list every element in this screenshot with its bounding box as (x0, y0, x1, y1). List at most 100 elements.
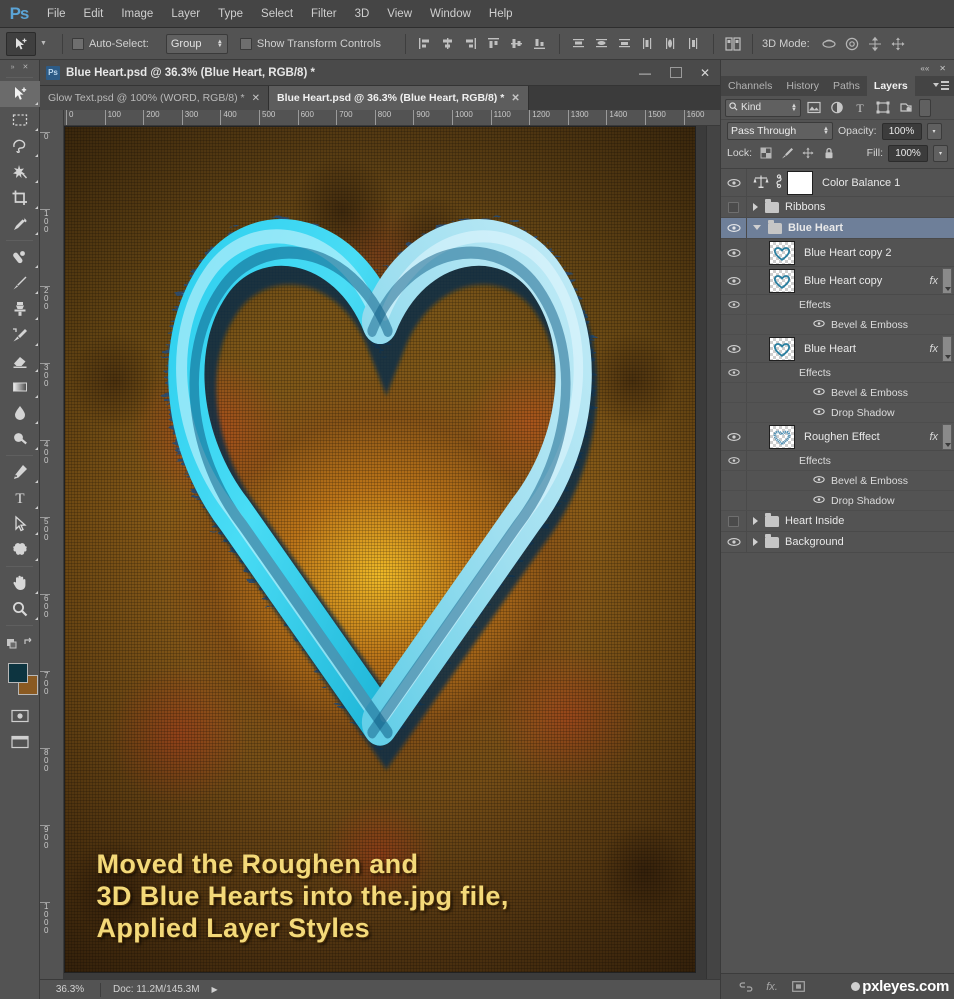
table-row[interactable]: Background (721, 532, 954, 553)
move-tool[interactable] (0, 81, 40, 107)
align-right-edges-icon[interactable] (461, 34, 481, 54)
spot-healing-brush-tool[interactable] (0, 244, 40, 270)
brush-tool[interactable] (0, 270, 40, 296)
menu-select[interactable]: Select (252, 0, 302, 28)
distribute-left-edges-icon[interactable] (638, 34, 658, 54)
effect-name[interactable]: Bevel & Emboss (831, 387, 908, 399)
effects-visibility-toggle[interactable] (721, 295, 747, 314)
effect-visibility-toggle[interactable] (721, 383, 747, 402)
tab-channels[interactable]: Channels (721, 76, 779, 96)
group-name[interactable]: Blue Heart (788, 222, 954, 234)
chevron-right-icon[interactable] (753, 203, 758, 211)
layer-visibility-toggle[interactable] (721, 267, 747, 294)
chevron-down-icon[interactable] (753, 225, 761, 234)
blur-tool[interactable] (0, 400, 40, 426)
layer-visibility-toggle[interactable] (721, 218, 747, 238)
layer-effects-fx-icon[interactable]: fx (929, 343, 938, 355)
distribute-horizontal-centers-icon[interactable] (661, 34, 681, 54)
menu-file[interactable]: File (38, 0, 75, 28)
effects-group-label[interactable]: Effects (799, 455, 831, 467)
canvas-vertical-scrollbar[interactable] (706, 126, 720, 985)
effect-name[interactable]: Bevel & Emboss (831, 319, 908, 331)
filter-pixel-layers-icon[interactable] (804, 99, 824, 117)
zoom-level[interactable]: 36.3% (40, 984, 100, 995)
show-transform-controls-checkbox[interactable]: Show Transform Controls (239, 37, 388, 50)
align-top-edges-icon[interactable] (484, 34, 504, 54)
close-button[interactable]: ✕ (692, 64, 718, 82)
align-horizontal-centers-icon[interactable] (438, 34, 458, 54)
table-row[interactable]: Blue Heart copy fx (721, 267, 954, 295)
chevron-right-icon[interactable] (753, 538, 758, 546)
eye-icon[interactable] (813, 319, 825, 331)
list-item[interactable]: Drop Shadow (721, 403, 954, 423)
collapse-arrows-icon[interactable]: » (11, 64, 15, 71)
layer-effects-fx-icon[interactable]: fx (929, 431, 938, 443)
move-tool-icon[interactable] (6, 31, 36, 56)
horizontal-ruler[interactable]: 0 100 200 300 400 500 600 700 800 900 1000 1100 1200… (40, 110, 720, 126)
menu-3d[interactable]: 3D (346, 0, 379, 28)
color-swatches[interactable] (0, 659, 39, 703)
panel-menu-icon[interactable] (933, 81, 949, 90)
quick-selection-tool[interactable] (0, 159, 40, 185)
table-row[interactable]: Heart Inside (721, 511, 954, 532)
layer-thumbnail[interactable] (769, 424, 795, 449)
drag-3d-object-icon[interactable] (865, 34, 885, 54)
table-row[interactable]: Roughen Effect fx (721, 423, 954, 451)
close-icon[interactable]: ✕ (939, 64, 946, 73)
auto-select-checkbox[interactable]: Auto-Select: (71, 37, 156, 50)
custom-shape-tool[interactable] (0, 537, 40, 563)
layer-effects-fx-icon[interactable]: fx (929, 275, 938, 287)
link-mask-icon[interactable] (775, 173, 783, 192)
table-row[interactable]: Blue Heart (721, 218, 954, 239)
tab-paths[interactable]: Paths (826, 76, 867, 96)
eye-icon[interactable] (813, 387, 825, 399)
list-item[interactable]: Bevel & Emboss (721, 383, 954, 403)
layers-list[interactable]: Color Balance 1 Ribbons Blue Heart Blue … (721, 168, 954, 973)
filter-smart-objects-icon[interactable] (896, 99, 916, 117)
foreground-color-swatch[interactable] (8, 663, 28, 683)
filter-type-layers-icon[interactable]: T (850, 99, 870, 117)
add-layer-style-icon[interactable]: fx. (765, 980, 779, 994)
menu-edit[interactable]: Edit (75, 0, 113, 28)
menu-view[interactable]: View (378, 0, 421, 28)
layer-thumbnail[interactable] (769, 240, 795, 265)
filter-adjustment-layers-icon[interactable] (827, 99, 847, 117)
align-vertical-centers-icon[interactable] (507, 34, 527, 54)
menu-image[interactable]: Image (112, 0, 162, 28)
layer-visibility-toggle[interactable] (721, 423, 747, 450)
layer-effects-expand-toggle[interactable] (942, 335, 952, 362)
effects-group-label[interactable]: Effects (799, 299, 831, 311)
list-item[interactable]: Bevel & Emboss (721, 471, 954, 491)
slide-3d-object-icon[interactable] (888, 34, 908, 54)
menu-layer[interactable]: Layer (162, 0, 209, 28)
layer-visibility-toggle[interactable] (721, 169, 747, 196)
hand-tool[interactable] (0, 570, 40, 596)
roll-3d-object-icon[interactable] (842, 34, 862, 54)
align-left-edges-icon[interactable] (415, 34, 435, 54)
layer-thumbnail[interactable] (769, 268, 795, 293)
table-row[interactable]: Blue Heart copy 2 (721, 239, 954, 267)
status-menu-arrow-icon[interactable]: ▶ (212, 985, 218, 994)
collapse-panels-icon[interactable]: «« (920, 64, 929, 73)
distribute-vertical-centers-icon[interactable] (592, 34, 612, 54)
close-icon[interactable]: ✕ (252, 93, 260, 104)
add-layer-mask-icon[interactable] (791, 980, 805, 994)
path-selection-tool[interactable] (0, 511, 40, 537)
layer-mask-thumbnail[interactable] (787, 170, 813, 195)
eye-icon[interactable] (813, 407, 825, 419)
opacity-slider-chevron-icon[interactable]: ▾ (926, 122, 942, 140)
horizontal-type-tool[interactable]: T (0, 485, 40, 511)
group-name[interactable]: Ribbons (785, 201, 954, 213)
maximize-button[interactable] (670, 67, 682, 78)
layer-name[interactable]: Blue Heart copy 2 (804, 247, 954, 259)
effect-visibility-toggle[interactable] (721, 315, 747, 334)
canvas-area[interactable]: Moved the Roughen and 3D Blue Hearts int… (64, 126, 720, 999)
table-row[interactable]: Blue Heart fx (721, 335, 954, 363)
layer-visibility-toggle[interactable] (721, 532, 747, 552)
effect-visibility-toggle[interactable] (721, 471, 747, 490)
dodge-tool[interactable] (0, 426, 40, 452)
effects-visibility-toggle[interactable] (721, 451, 747, 470)
menu-filter[interactable]: Filter (302, 0, 346, 28)
effect-name[interactable]: Bevel & Emboss (831, 475, 908, 487)
list-item[interactable]: Effects (721, 363, 954, 383)
